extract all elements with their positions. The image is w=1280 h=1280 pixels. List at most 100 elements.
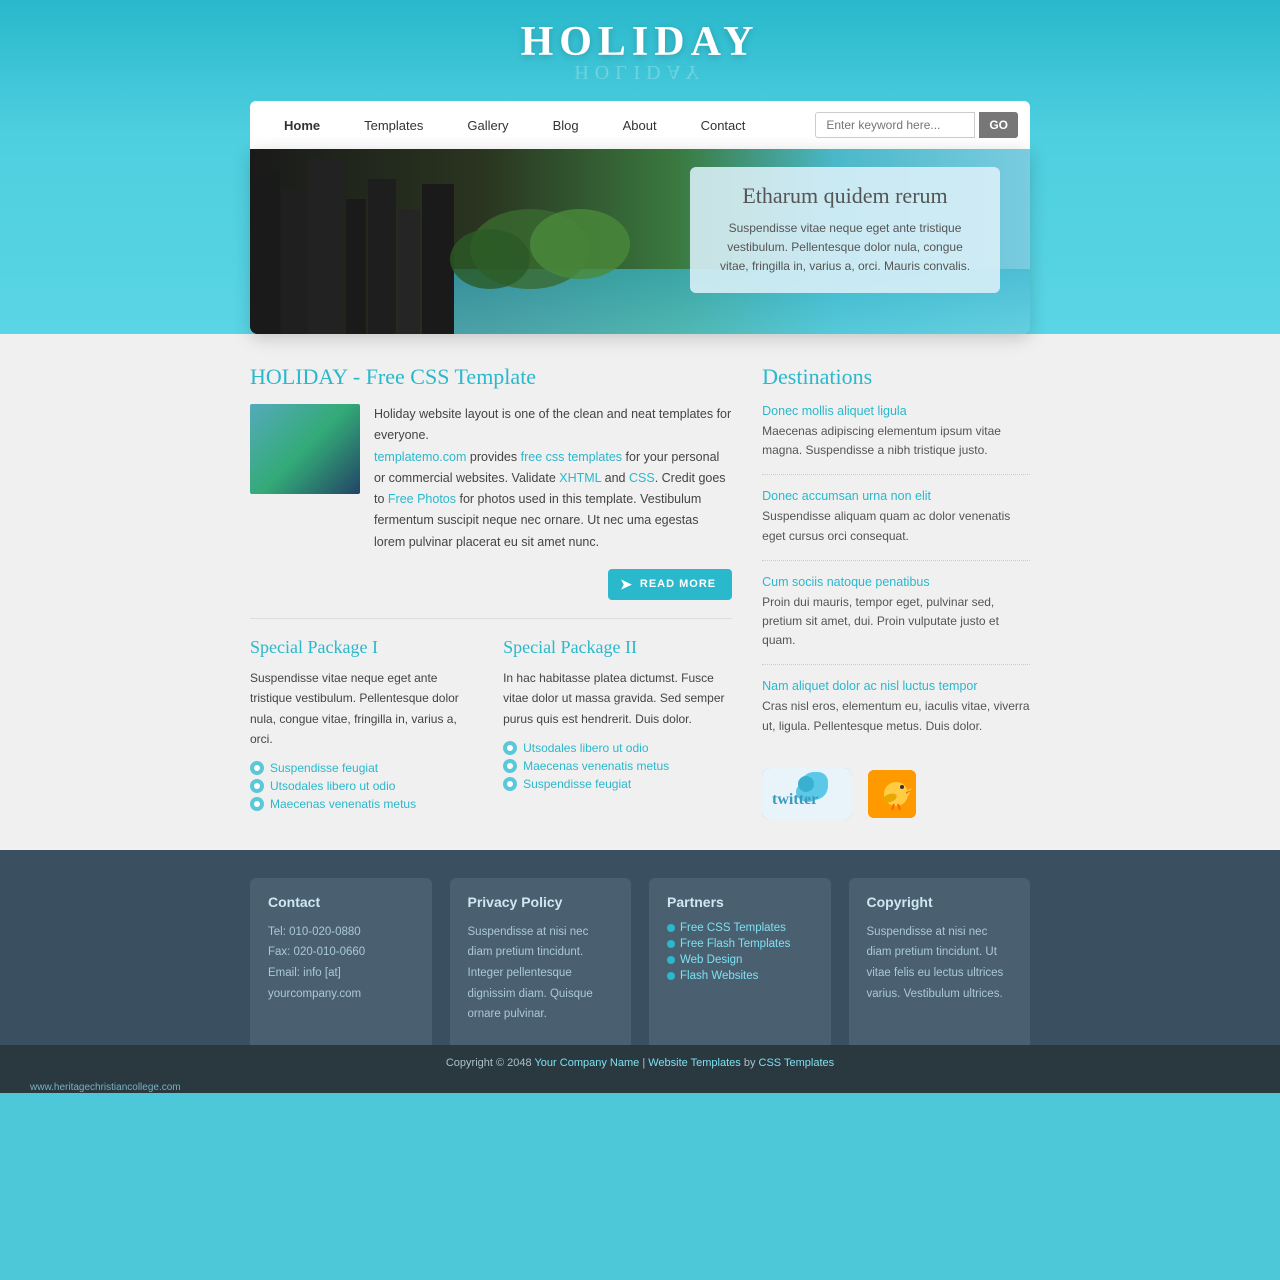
footer-bar-text: Copyright © 2048 Your Company Name | Web… (446, 1057, 834, 1069)
bottom-url: www.heritagechristiancollege.com (0, 1078, 1280, 1093)
footer-privacy: Privacy Policy Suspendisse at nisi nec d… (450, 878, 632, 1045)
nav-item-templates[interactable]: Templates (342, 104, 445, 147)
footer-dot (667, 956, 675, 964)
footer-dot (667, 940, 675, 948)
package-link[interactable]: Suspendisse feugiat (270, 761, 378, 775)
package-link[interactable]: Utsodales libero ut odio (270, 779, 395, 793)
partner-link[interactable]: Free Flash Templates (667, 938, 813, 950)
package-link[interactable]: Maecenas venenatis metus (270, 797, 416, 811)
package-link[interactable]: Suspendisse feugiat (523, 777, 631, 791)
nav-links: HomeTemplatesGalleryBlogAboutContact (262, 104, 815, 147)
svg-text:twitter: twitter (772, 791, 818, 808)
destination-item: Donec accumsan urna non elit Suspendisse … (762, 489, 1030, 560)
footer-contact: Contact Tel: 010-020-0880 Fax: 020-010-0… (250, 878, 432, 1045)
footer-contact-fax: Fax: 020-010-0660 (268, 942, 414, 963)
destination-link[interactable]: Nam aliquet dolor ac nisl luctus tempor (762, 679, 1030, 693)
list-item: Utsodales libero ut odio (503, 741, 732, 755)
main-heading: HOLIDAY - Free CSS Template (250, 364, 732, 390)
nav-item-blog[interactable]: Blog (531, 104, 601, 147)
package-text-1: Suspendisse vitae neque eget ante tristi… (250, 668, 479, 750)
bullet-icon (503, 741, 517, 755)
footer-inner: Contact Tel: 010-020-0880 Fax: 020-010-0… (250, 878, 1030, 1045)
site-title: HOLIDAY (0, 18, 1280, 66)
footer-copyright-text: Suspendisse at nisi nec diam pretium tin… (867, 922, 1013, 1005)
footer-copyright-col: Copyright Suspendisse at nisi nec diam p… (849, 878, 1031, 1045)
about-block: Holiday website layout is one of the cle… (250, 404, 732, 553)
footer-privacy-text: Suspendisse at nisi nec diam pretium tin… (468, 922, 614, 1025)
footer-copyright-heading: Copyright (867, 894, 1013, 910)
destination-item: Nam aliquet dolor ac nisl luctus tempor C… (762, 679, 1030, 749)
footer-dot (667, 924, 675, 932)
main-container: HOLIDAY - Free CSS Template Holiday webs… (250, 364, 1030, 820)
package-2: Special Package II In hac habitasse plate… (503, 637, 732, 816)
destinations-list: Donec mollis aliquet ligula Maecenas adip… (762, 404, 1030, 750)
destinations-heading: Destinations (762, 364, 1030, 390)
search-button[interactable]: GO (979, 112, 1018, 138)
free-css-link[interactable]: free css templates (521, 450, 622, 464)
partner-link[interactable]: Free CSS Templates (667, 922, 813, 934)
bullet-icon (250, 761, 264, 775)
about-text: Holiday website layout is one of the cle… (374, 404, 732, 553)
footer: Contact Tel: 010-020-0880 Fax: 020-010-0… (0, 850, 1280, 1093)
rss-logo[interactable] (868, 770, 916, 818)
list-item: Suspendisse feugiat (503, 777, 732, 791)
footer-privacy-heading: Privacy Policy (468, 894, 614, 910)
footer-company-link[interactable]: Your Company Name (534, 1057, 639, 1069)
css-link[interactable]: CSS (629, 471, 655, 485)
search-bar: GO (815, 112, 1018, 138)
package-link[interactable]: Utsodales libero ut odio (523, 741, 648, 755)
destination-link[interactable]: Cum sociis natoque penatibus (762, 575, 1030, 589)
footer-website-templates-link[interactable]: Website Templates (648, 1057, 741, 1069)
footer-partners: Partners Free CSS Templates Free Flash Te… (649, 878, 831, 1045)
social-row: twitter (762, 768, 1030, 820)
destination-text: Proin dui mauris, tempor eget, pulvinar … (762, 593, 1030, 651)
hero-body: Suspendisse vitae neque eget ante tristi… (712, 219, 978, 277)
nav-item-gallery[interactable]: Gallery (445, 104, 530, 147)
read-more-icon: ➤ (620, 576, 633, 593)
main-content: HOLIDAY - Free CSS Template Holiday webs… (0, 334, 1280, 850)
footer-contact-email: Email: info [at] yourcompany.com (268, 963, 414, 1004)
destination-text: Maecenas adipiscing elementum ipsum vita… (762, 422, 1030, 460)
twitter-logo[interactable]: twitter (762, 768, 852, 820)
package-1: Special Package ISuspendisse vitae neque… (250, 637, 479, 816)
footer-bar: Copyright © 2048 Your Company Name | Web… (0, 1045, 1280, 1078)
read-more-button[interactable]: ➤ READ MORE (608, 569, 732, 600)
nav-item-about[interactable]: About (601, 104, 679, 147)
bullet-icon (503, 759, 517, 773)
footer-css-templates-link[interactable]: CSS Templates (759, 1057, 835, 1069)
destination-link[interactable]: Donec mollis aliquet ligula (762, 404, 1030, 418)
partners-links: Free CSS Templates Free Flash Templates We… (667, 922, 813, 982)
partner-link[interactable]: Web Design (667, 954, 813, 966)
packages-row: Special Package ISuspendisse vitae neque… (250, 637, 732, 816)
hero-section: Etharum quidem rerum Suspendisse vitae n… (250, 149, 1030, 334)
divider (250, 618, 732, 619)
site-title-reflection: HOLIDAY (0, 60, 1280, 83)
list-item: Maecenas venenatis metus (250, 797, 479, 811)
package-link[interactable]: Maecenas venenatis metus (523, 759, 669, 773)
hero-text-box: Etharum quidem rerum Suspendisse vitae n… (690, 167, 1000, 293)
free-photos-link[interactable]: Free Photos (388, 492, 456, 506)
destination-link[interactable]: Donec accumsan urna non elit (762, 489, 1030, 503)
package-heading-2: Special Package II (503, 637, 732, 658)
destination-text: Suspendisse aliquam quam ac dolor venena… (762, 507, 1030, 545)
about-image (250, 404, 360, 494)
nav-item-home[interactable]: Home (262, 104, 342, 147)
footer-dot (667, 972, 675, 980)
package-text-2: In hac habitasse platea dictumst. Fusce … (503, 668, 732, 729)
site-header: HOLIDAY HOLIDAY HomeTemplatesGalleryBlog… (0, 0, 1280, 334)
list-item: Utsodales libero ut odio (250, 779, 479, 793)
read-more-btn: ➤ READ MORE (250, 569, 732, 600)
search-input[interactable] (815, 112, 975, 138)
templatemo-link[interactable]: templatemo.com (374, 450, 466, 464)
destination-text: Cras nisl eros, elementum eu, iaculis vi… (762, 697, 1030, 735)
footer-partners-heading: Partners (667, 894, 813, 910)
footer-contact-tel: Tel: 010-020-0880 (268, 922, 414, 943)
list-item: Suspendisse feugiat (250, 761, 479, 775)
destination-item: Donec mollis aliquet ligula Maecenas adip… (762, 404, 1030, 475)
partner-link[interactable]: Flash Websites (667, 970, 813, 982)
bullet-icon (250, 797, 264, 811)
nav-item-contact[interactable]: Contact (679, 104, 768, 147)
xhtml-link[interactable]: XHTML (559, 471, 601, 485)
footer-contact-heading: Contact (268, 894, 414, 910)
nav-bar: HomeTemplatesGalleryBlogAboutContact GO (250, 101, 1030, 149)
